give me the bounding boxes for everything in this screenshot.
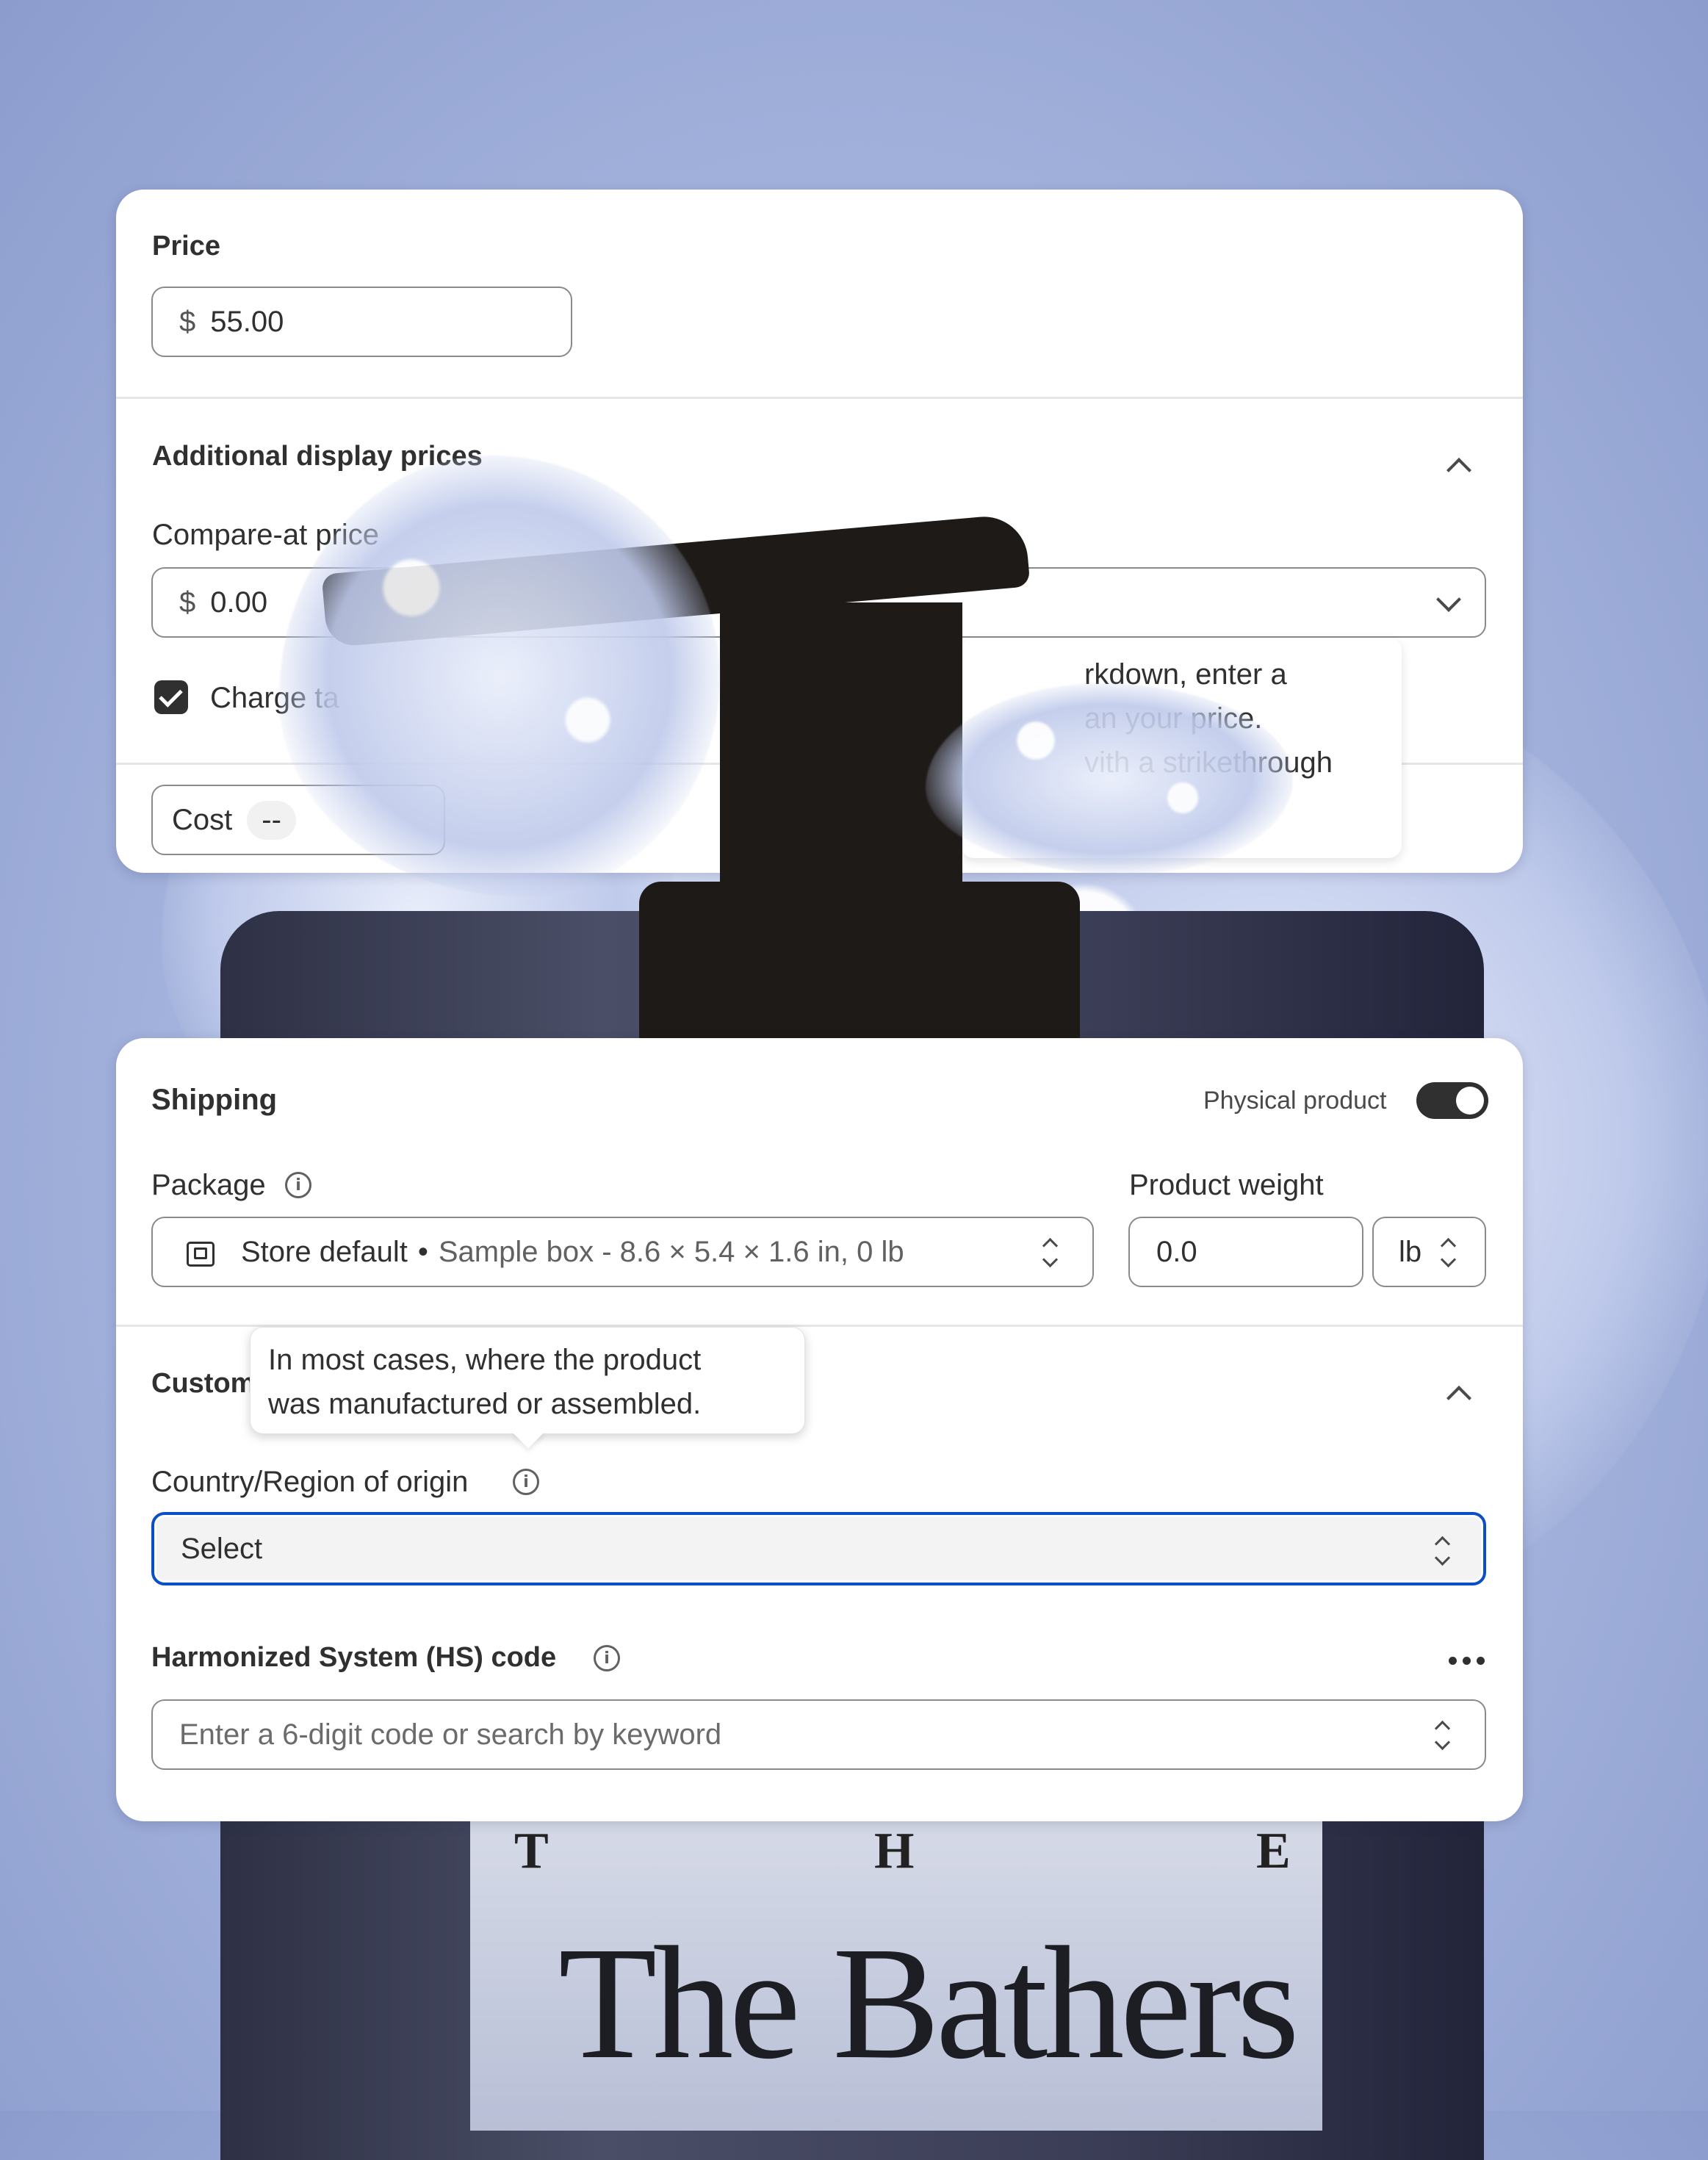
shipping-title: Shipping [151,1084,278,1116]
cost-value: -- [247,800,296,840]
hs-info-icon[interactable]: i [594,1645,620,1671]
origin-info-icon[interactable]: i [513,1469,539,1495]
package-label: Package [151,1169,266,1201]
pump-neck [639,882,1080,1058]
brand-name: The Bathers [558,1913,1300,2092]
physical-product-label: Physical product [1203,1087,1387,1115]
package-info-icon[interactable]: i [285,1172,311,1198]
physical-product-toggle[interactable] [1416,1082,1488,1119]
origin-stepper-icon [1433,1534,1452,1568]
currency-symbol: $ [179,305,196,338]
foam-overlay-left [279,456,720,896]
weight-value: 0.0 [1156,1235,1197,1268]
origin-select[interactable]: Select [151,1512,1486,1585]
select-stepper-icon [1040,1236,1059,1270]
weight-input[interactable]: 0.0 [1128,1217,1363,1287]
price-divider [116,397,1523,399]
shipping-card: Shipping Physical product Package i Stor… [116,1038,1523,1821]
hs-stepper-icon [1433,1718,1452,1752]
package-name: Store default [241,1235,408,1268]
hs-code-label: Harmonized System (HS) code [151,1642,557,1673]
bottle-letter-e: E [1256,1823,1291,1879]
package-select[interactable]: Store default • Sample box - 8.6 × 5.4 ×… [151,1217,1094,1287]
customs-label: Custom [151,1368,256,1399]
compare-currency: $ [179,586,196,619]
hs-code-input[interactable]: Enter a 6-digit code or search by keywor… [151,1699,1486,1770]
package-detail: Sample box - 8.6 × 5.4 × 1.6 in, 0 lb [438,1235,904,1268]
unit-stepper-icon [1438,1236,1457,1270]
package-box-icon [185,1237,215,1267]
hs-code-placeholder: Enter a 6-digit code or search by keywor… [179,1718,722,1751]
package-separator: • [417,1235,428,1268]
charge-tax-checkbox[interactable] [154,680,188,714]
chevron-up-icon[interactable] [1446,458,1471,483]
cost-label: Cost [172,803,233,836]
customs-chevron-up-icon[interactable] [1446,1386,1471,1411]
foam-overlay-right [926,683,1293,874]
price-input[interactable]: $ 55.00 [151,287,572,357]
tooltip-line: In most cases, where the product [268,1344,702,1376]
origin-value: Select [181,1532,263,1565]
compare-value: 0.00 [210,586,268,619]
tooltip-line: was manufactured or assembled. [268,1388,702,1420]
price-label: Price [152,231,220,262]
weight-label: Product weight [1129,1169,1324,1201]
weight-unit: lb [1399,1235,1422,1268]
origin-label: Country/Region of origin [151,1466,469,1498]
more-horizontal-icon[interactable] [1449,1657,1485,1665]
bottle-letter-h: H [874,1823,915,1879]
price-value: 55.00 [210,305,284,338]
bottle-letter-t: T [514,1823,549,1879]
pump-stem-overlay [720,602,962,896]
weight-unit-select[interactable]: lb [1372,1217,1486,1287]
